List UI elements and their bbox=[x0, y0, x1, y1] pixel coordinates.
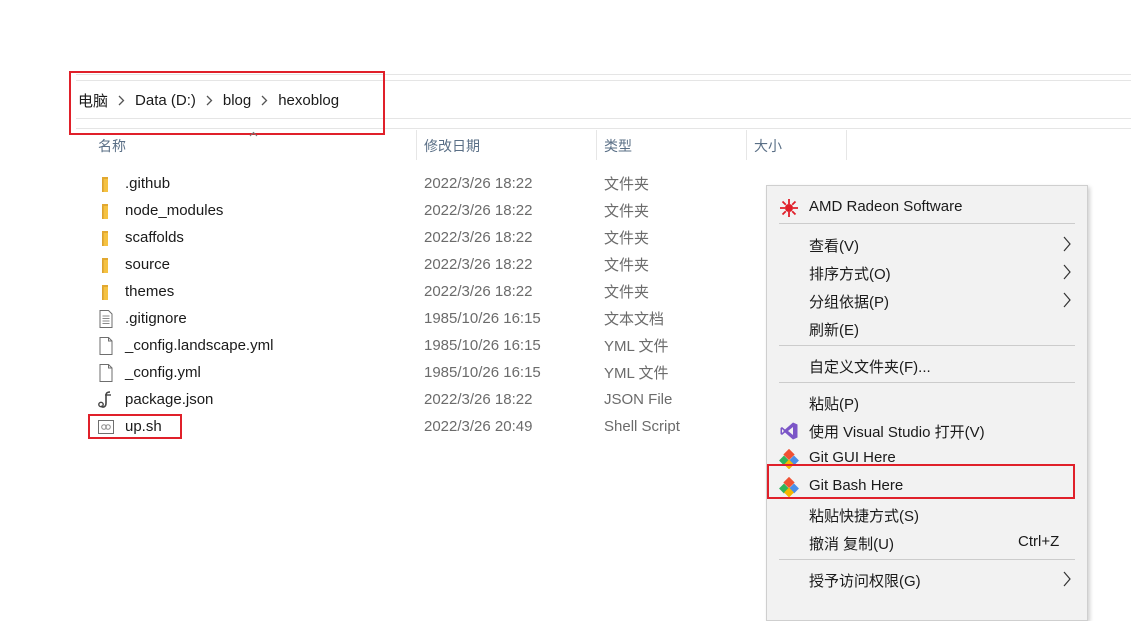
menu-item-paste[interactable]: 粘贴(P) bbox=[767, 388, 1087, 416]
menu-item-open-visual-studio[interactable]: 使用 Visual Studio 打开(V) bbox=[767, 416, 1087, 444]
menu-item-label: 排序方式(O) bbox=[809, 266, 891, 283]
file-name: scaffolds bbox=[125, 229, 184, 246]
column-divider[interactable] bbox=[416, 130, 417, 160]
file-type: 文件夹 bbox=[604, 176, 650, 193]
chevron-right-icon bbox=[1063, 236, 1071, 256]
file-modified: 1985/10/26 16:15 bbox=[424, 337, 541, 354]
menu-separator bbox=[779, 559, 1075, 560]
visual-studio-icon bbox=[779, 421, 799, 441]
highlight-box-git-bash bbox=[767, 464, 1075, 499]
file-modified: 2022/3/26 18:22 bbox=[424, 256, 533, 273]
highlight-box-address bbox=[69, 71, 385, 135]
menu-item-view[interactable]: 查看(V) bbox=[767, 230, 1087, 258]
file-type: JSON File bbox=[604, 391, 673, 408]
menu-separator bbox=[779, 382, 1075, 383]
file-name: _config.landscape.yml bbox=[125, 337, 274, 354]
column-divider[interactable] bbox=[746, 130, 747, 160]
column-header-size[interactable]: 大小 bbox=[754, 136, 782, 156]
file-row[interactable]: _config.landscape.yml 1985/10/26 16:15 Y… bbox=[96, 332, 756, 359]
file-name: node_modules bbox=[125, 202, 224, 219]
menu-item-group-by[interactable]: 分组依据(P) bbox=[767, 286, 1087, 314]
menu-item-give-access[interactable]: 授予访问权限(G) bbox=[767, 565, 1087, 593]
menu-separator bbox=[779, 223, 1075, 224]
file-modified: 2022/3/26 18:22 bbox=[424, 202, 533, 219]
file-type: 文件夹 bbox=[604, 284, 650, 301]
folder-icon bbox=[96, 255, 116, 275]
folder-icon bbox=[96, 282, 116, 302]
file-row[interactable]: .github 2022/3/26 18:22 文件夹 bbox=[96, 170, 756, 197]
menu-item-label: 自定义文件夹(F)... bbox=[809, 359, 931, 376]
file-modified: 1985/10/26 16:15 bbox=[424, 310, 541, 327]
menu-item-label: 粘贴(P) bbox=[809, 396, 859, 413]
menu-item-amd-radeon[interactable]: AMD Radeon Software bbox=[767, 193, 1087, 221]
chevron-right-icon bbox=[1063, 292, 1071, 312]
file-row[interactable]: _config.yml 1985/10/26 16:15 YML 文件 bbox=[96, 359, 756, 386]
file-modified: 1985/10/26 16:15 bbox=[424, 364, 541, 381]
column-divider[interactable] bbox=[846, 130, 847, 160]
file-type: 文件夹 bbox=[604, 230, 650, 247]
file-name: .gitignore bbox=[125, 310, 187, 327]
file-name: package.json bbox=[125, 391, 214, 408]
sort-caret-up-icon bbox=[249, 124, 258, 142]
file-name: source bbox=[125, 256, 171, 273]
menu-item-shortcut: Ctrl+Z bbox=[1018, 533, 1060, 550]
menu-item-label: 撤消 复制(U) bbox=[809, 536, 894, 553]
file-name: _config.yml bbox=[125, 364, 201, 381]
menu-item-label: 授予访问权限(G) bbox=[809, 573, 921, 590]
menu-item-label: 查看(V) bbox=[809, 238, 859, 255]
menu-item-undo-copy[interactable]: 撤消 复制(U) Ctrl+Z bbox=[767, 528, 1087, 556]
file-type: 文件夹 bbox=[604, 257, 650, 274]
menu-item-label: 使用 Visual Studio 打开(V) bbox=[809, 424, 985, 441]
file-type: 文件夹 bbox=[604, 203, 650, 220]
menu-item-refresh[interactable]: 刷新(E) bbox=[767, 314, 1087, 342]
file-name: themes bbox=[125, 283, 175, 300]
menu-item-paste-shortcut[interactable]: 粘贴快捷方式(S) bbox=[767, 500, 1087, 528]
file-name: .github bbox=[125, 175, 171, 192]
folder-icon bbox=[96, 201, 116, 221]
file-modified: 2022/3/26 18:22 bbox=[424, 283, 533, 300]
file-icon bbox=[96, 363, 116, 383]
file-row[interactable]: package.json 2022/3/26 18:22 JSON File bbox=[96, 386, 756, 413]
folder-icon bbox=[96, 228, 116, 248]
file-row[interactable]: themes 2022/3/26 18:22 文件夹 bbox=[96, 278, 756, 305]
highlight-box-file bbox=[88, 414, 182, 439]
chevron-right-icon bbox=[1063, 264, 1071, 284]
file-type: YML 文件 bbox=[604, 365, 669, 382]
menu-item-sort-by[interactable]: 排序方式(O) bbox=[767, 258, 1087, 286]
column-header-type[interactable]: 类型 bbox=[604, 136, 632, 156]
file-type: Shell Script bbox=[604, 418, 680, 435]
file-icon bbox=[96, 336, 116, 356]
file-modified: 2022/3/26 18:22 bbox=[424, 175, 533, 192]
amd-radeon-icon bbox=[779, 198, 799, 218]
context-menu[interactable]: AMD Radeon Software 查看(V) 排序方式(O) 分组依据(P… bbox=[766, 185, 1088, 621]
menu-item-label: 分组依据(P) bbox=[809, 294, 889, 311]
file-row[interactable]: up.sh 2022/3/26 20:49 Shell Script bbox=[96, 413, 756, 440]
file-row[interactable]: .gitignore 1985/10/26 16:15 文本文档 bbox=[96, 305, 756, 332]
file-modified: 2022/3/26 20:49 bbox=[424, 418, 533, 435]
chevron-right-icon bbox=[1063, 571, 1071, 591]
menu-item-label: 刷新(E) bbox=[809, 322, 859, 339]
column-header-modified[interactable]: 修改日期 bbox=[424, 136, 480, 156]
column-divider[interactable] bbox=[596, 130, 597, 160]
file-row[interactable]: node_modules 2022/3/26 18:22 文件夹 bbox=[96, 197, 756, 224]
text-file-icon bbox=[96, 309, 116, 329]
file-type: YML 文件 bbox=[604, 338, 669, 355]
file-row[interactable]: source 2022/3/26 18:22 文件夹 bbox=[96, 251, 756, 278]
folder-icon bbox=[96, 174, 116, 194]
menu-item-customize-folder[interactable]: 自定义文件夹(F)... bbox=[767, 351, 1087, 379]
file-row[interactable]: scaffolds 2022/3/26 18:22 文件夹 bbox=[96, 224, 756, 251]
menu-item-label: 粘贴快捷方式(S) bbox=[809, 508, 919, 525]
file-modified: 2022/3/26 18:22 bbox=[424, 229, 533, 246]
file-type: 文本文档 bbox=[604, 311, 665, 328]
column-header-name[interactable]: 名称 bbox=[98, 136, 126, 156]
file-modified: 2022/3/26 18:22 bbox=[424, 391, 533, 408]
menu-separator bbox=[779, 345, 1075, 346]
json-file-icon bbox=[96, 390, 116, 410]
menu-item-label: AMD Radeon Software bbox=[809, 198, 963, 215]
